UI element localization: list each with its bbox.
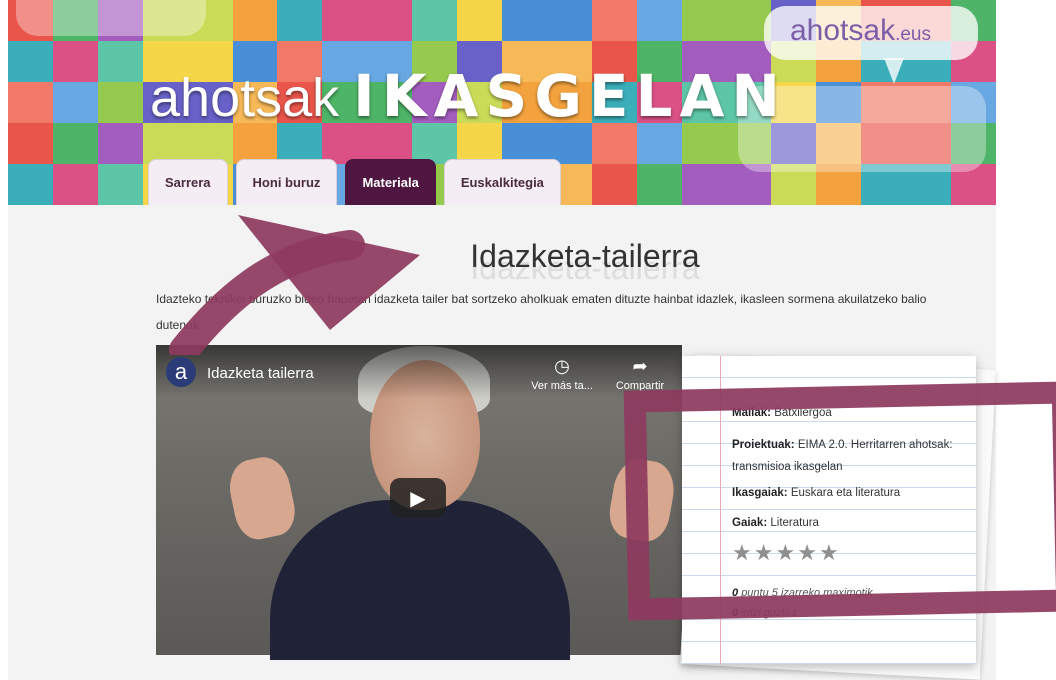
- mosaic-tile: [681, 0, 727, 41]
- mosaic-tile: [412, 0, 458, 41]
- mosaic-tile: [8, 41, 53, 82]
- mosaic-tile: [591, 0, 637, 41]
- play-icon: ▶: [410, 487, 426, 510]
- mosaic-tile: [8, 123, 53, 164]
- watch-later-label: Ver más ta...: [531, 380, 593, 392]
- clock-icon: ◷: [554, 356, 570, 376]
- mosaic-tile: [52, 164, 98, 205]
- share-button[interactable]: ➦ Compartir: [615, 356, 665, 392]
- video-title[interactable]: Idazketa tailerra: [207, 365, 314, 382]
- mosaic-tile: [367, 0, 413, 41]
- tab-euskalkitegia[interactable]: Euskalkitegia: [443, 159, 561, 205]
- play-button[interactable]: ▶: [390, 478, 446, 518]
- mosaic-tile: [457, 0, 502, 41]
- site-title-part2: IKASGELAN: [353, 62, 787, 130]
- mosaic-tile: [8, 164, 53, 205]
- mosaic-tile: [322, 0, 368, 41]
- mosaic-tile: [277, 0, 323, 41]
- mosaic-tile: [52, 123, 98, 164]
- highlight-frame-annotation: [623, 381, 1056, 621]
- site-title-part1: ahotsak: [150, 68, 340, 128]
- mosaic-tile: [97, 164, 143, 205]
- watch-later-button[interactable]: ◷ Ver más ta...: [530, 356, 594, 392]
- arrow-annotation-icon: [169, 215, 420, 355]
- mosaic-tile: [8, 82, 53, 123]
- mosaic-tile: [97, 41, 143, 82]
- mosaic-tile: [97, 123, 143, 164]
- mosaic-tile: [232, 0, 278, 41]
- mosaic-tile: [502, 0, 547, 41]
- mosaic-tile: [591, 164, 637, 205]
- mosaic-tile: [52, 41, 98, 82]
- site-brand-logo[interactable]: ahotsak.eus: [790, 14, 931, 48]
- site-title[interactable]: ahotsak IKASGELAN: [150, 62, 787, 130]
- channel-avatar-icon[interactable]: a: [166, 357, 196, 387]
- mosaic-tile: [546, 0, 592, 41]
- brand-name: ahotsak: [790, 14, 896, 47]
- brand-suffix: .eus: [895, 24, 931, 45]
- speech-bubble-decoration: [16, 0, 206, 36]
- share-arrow-icon: ➦: [632, 356, 648, 376]
- mosaic-tile: [97, 82, 143, 123]
- mosaic-tile: [681, 164, 727, 205]
- mosaic-tile: [636, 0, 682, 41]
- mosaic-tile: [52, 82, 98, 123]
- mosaic-tile: [636, 164, 682, 205]
